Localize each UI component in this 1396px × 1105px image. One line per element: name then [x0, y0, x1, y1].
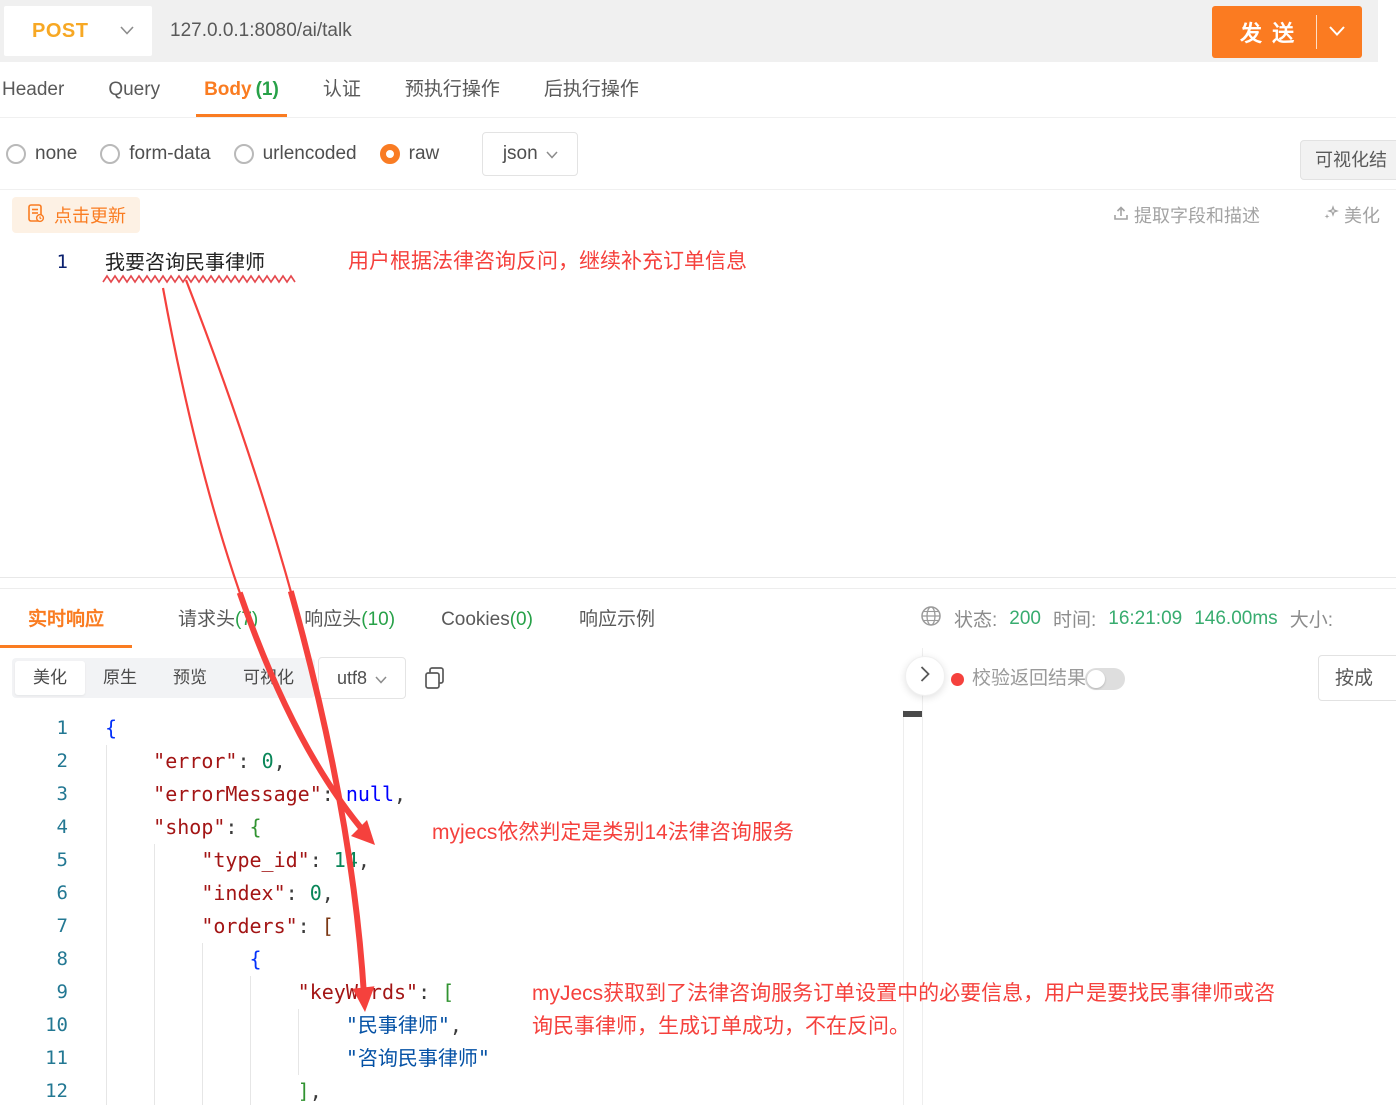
chevron-down-icon [120, 22, 134, 40]
send-button-divider [1316, 15, 1317, 49]
view-preview[interactable]: 预览 [155, 661, 225, 695]
tab-query[interactable]: Query [108, 62, 160, 117]
radio-none[interactable]: none [6, 143, 77, 165]
document-edit-icon [26, 203, 46, 228]
indent-guide [298, 1009, 299, 1075]
encoding-select[interactable]: utf8 [318, 657, 406, 699]
indent-guide [106, 745, 107, 1105]
annotation-keywords-note: myJecs获取到了法律咨询服务订单设置中的必要信息，用户是要找民事律师或咨 询… [532, 977, 1362, 1043]
tab-post-actions[interactable]: 后执行操作 [544, 62, 639, 117]
globe-icon [920, 605, 942, 633]
radio-form-data[interactable]: form-data [100, 143, 210, 165]
request-editor-toolbar: 点击更新 提取字段和描述 美化 [0, 190, 1396, 241]
upload-icon [1112, 204, 1130, 227]
url-input[interactable]: 127.0.0.1:8080/ai/talk [170, 0, 352, 62]
raw-format-select[interactable]: json [482, 132, 578, 176]
request-body-editor[interactable]: 1 我要咨询民事律师 [0, 240, 1396, 578]
view-visualize[interactable]: 可视化 [225, 661, 312, 695]
radio-selected-icon [380, 144, 400, 164]
response-tab-bar: 实时响应 请求头(7) 响应头(10) Cookies(0) 响应示例 状态: … [0, 590, 1396, 649]
annotation-keywords-line2: 询民事律师，生成订单成功，不在反问。 [532, 1010, 1362, 1043]
request-body-text: 我要咨询民事律师 [68, 245, 265, 279]
radio-urlencoded[interactable]: urlencoded [234, 143, 357, 165]
tab-auth[interactable]: 认证 [323, 62, 361, 117]
assert-success-button[interactable]: 按成 [1318, 655, 1396, 701]
view-beautify[interactable]: 美化 [15, 661, 85, 695]
body-type-row: none form-data urlencoded raw json 可视化结 [0, 118, 1396, 190]
code-line: 6 "index": 0, [0, 877, 922, 910]
code-line: 12 ], [0, 1075, 922, 1105]
response-view-switcher: 美化 原生 预览 可视化 [12, 658, 315, 698]
chevron-down-icon [375, 668, 387, 689]
line-number: 1 [0, 245, 68, 279]
visualize-result-chip[interactable]: 可视化结 [1300, 140, 1396, 180]
tab-response-example[interactable]: 响应示例 [579, 591, 655, 648]
scrollbar-thumb[interactable] [903, 711, 922, 717]
tab-realtime-response[interactable]: 实时响应 [0, 591, 132, 648]
code-line: 3 "errorMessage": null, [0, 778, 922, 811]
request-tab-bar: Header Query Body(1) 认证 预执行操作 后执行操作 [0, 62, 1396, 118]
time-label: 时间: [1053, 605, 1096, 632]
url-bar: POST 127.0.0.1:8080/ai/talk 发 送 [0, 0, 1396, 62]
top-right-panel-corner [1378, 0, 1396, 62]
response-code-lines: 1{2 "error": 0,3 "errorMessage": null,4 … [0, 712, 922, 1105]
response-status-group: 状态: 200 时间: 16:21:09 146.00ms 大小: [920, 590, 1333, 647]
radio-circle-icon [100, 144, 120, 164]
click-update-button[interactable]: 点击更新 [12, 197, 140, 233]
extract-fields-button[interactable]: 提取字段和描述 [1112, 190, 1260, 240]
send-button[interactable]: 发 送 [1212, 6, 1362, 58]
copy-response-button[interactable] [422, 665, 448, 696]
code-line: 2 "error": 0, [0, 745, 922, 778]
chevron-right-icon [920, 666, 930, 687]
time-value: 16:21:09 [1108, 608, 1182, 630]
tab-response-headers[interactable]: 响应头(10) [304, 591, 395, 648]
response-section-border [0, 588, 1396, 589]
expand-panel-button[interactable] [905, 656, 945, 696]
code-line: 11 "咨询民事律师" [0, 1042, 922, 1075]
send-button-label: 发 送 [1240, 16, 1296, 48]
response-body-editor[interactable]: 1{2 "error": 0,3 "errorMessage": null,4 … [0, 710, 922, 1105]
size-label: 大小: [1290, 605, 1333, 632]
annotation-keywords-line1: myJecs获取到了法律咨询服务订单设置中的必要信息，用户是要找民事律师或咨 [532, 977, 1362, 1010]
validate-result-toggle[interactable] [1085, 668, 1125, 690]
method-label: POST [32, 20, 88, 43]
code-line: 1{ [0, 712, 922, 745]
api-client-window: POST 127.0.0.1:8080/ai/talk 发 送 Header Q… [0, 0, 1396, 1105]
tab-header[interactable]: Header [2, 62, 64, 117]
validate-result-label: 校验返回结果 [972, 648, 1086, 710]
code-line: 7 "orders": [ [0, 910, 922, 943]
annotation-typeid-note: myjecs依然判定是类别14法律咨询服务 [432, 816, 794, 849]
tab-pre-actions[interactable]: 预执行操作 [405, 62, 500, 117]
tab-cookies[interactable]: Cookies(0) [441, 591, 533, 648]
copy-icon [422, 665, 448, 696]
toggle-knob [1087, 670, 1105, 688]
radio-raw[interactable]: raw [380, 143, 440, 165]
annotation-request-note: 用户根据法律咨询反问，继续补充订单信息 [348, 245, 747, 278]
response-toolbar: 美化 原生 预览 可视化 utf8 校验返回结果 按成 [0, 648, 1396, 710]
indent-guide [154, 844, 155, 1105]
indent-guide [250, 976, 251, 1105]
response-editor-edge [903, 710, 904, 1105]
code-line: 8 { [0, 943, 922, 976]
indent-guide [202, 943, 203, 1105]
tab-request-headers[interactable]: 请求头(7) [178, 591, 258, 648]
tab-body-count: (1) [256, 79, 279, 100]
radio-circle-icon [6, 144, 26, 164]
send-dropdown-chevron-icon[interactable] [1329, 23, 1345, 41]
validate-status-dot-icon [951, 673, 964, 686]
tab-body[interactable]: Body(1) [204, 62, 279, 117]
beautify-button[interactable]: 美化 [1322, 190, 1380, 240]
chevron-down-icon [546, 143, 558, 165]
view-raw[interactable]: 原生 [85, 661, 155, 695]
sparkle-icon [1322, 204, 1340, 227]
duration-value: 146.00ms [1194, 608, 1277, 630]
status-label: 状态: [954, 605, 997, 632]
method-select[interactable]: POST [4, 6, 152, 56]
radio-circle-icon [234, 144, 254, 164]
status-code: 200 [1009, 608, 1041, 630]
